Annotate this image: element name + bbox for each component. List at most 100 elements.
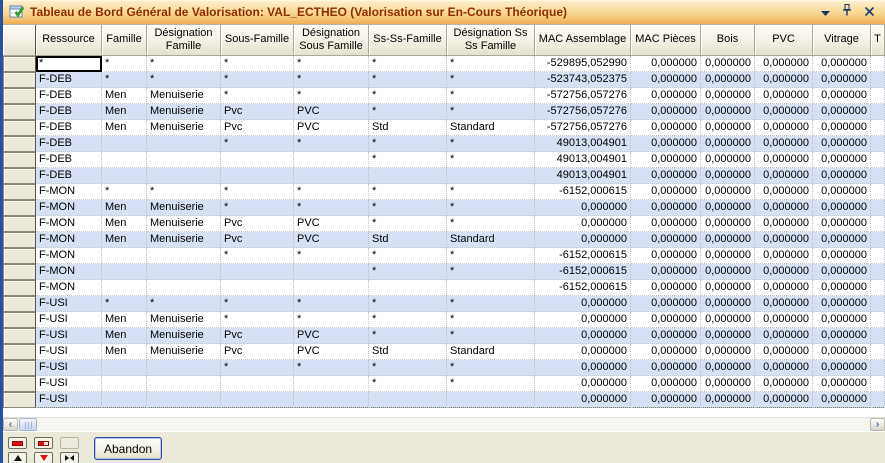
cell[interactable]: F-MON — [36, 216, 102, 232]
row-selector[interactable] — [3, 152, 36, 168]
cell[interactable]: * — [369, 376, 447, 392]
cell[interactable]: -523743,052375 — [535, 72, 631, 88]
cell[interactable]: 0,000000 — [701, 296, 755, 312]
cell[interactable]: 0,000000 — [755, 232, 813, 248]
cell[interactable] — [871, 344, 885, 360]
cell[interactable]: F-USI — [36, 328, 102, 344]
cell[interactable] — [871, 152, 885, 168]
cell[interactable]: * — [221, 200, 294, 216]
cell[interactable]: * — [102, 72, 147, 88]
cell[interactable] — [369, 168, 447, 184]
cell[interactable]: 0,000000 — [813, 360, 871, 376]
cell[interactable]: Men — [102, 216, 147, 232]
cell[interactable] — [221, 264, 294, 280]
red-half-bar-button[interactable] — [34, 437, 53, 449]
horizontal-scrollbar[interactable]: ‹ › — [3, 417, 885, 431]
cell[interactable]: 0,000000 — [535, 328, 631, 344]
row-selector[interactable] — [3, 264, 36, 280]
cell[interactable]: 0,000000 — [535, 232, 631, 248]
pin-button[interactable] — [839, 4, 855, 20]
close-button[interactable] — [861, 4, 877, 20]
cell[interactable]: * — [447, 88, 535, 104]
cell[interactable]: * — [147, 56, 221, 72]
cell[interactable]: Standard — [447, 232, 535, 248]
cell[interactable] — [221, 392, 294, 408]
cell[interactable]: F-DEB — [36, 88, 102, 104]
cell[interactable]: -6152,000615 — [535, 184, 631, 200]
titlebar[interactable]: Tableau de Bord Général de Valorisation:… — [3, 0, 885, 24]
cell[interactable]: 49013,004901 — [535, 136, 631, 152]
cell[interactable]: * — [447, 184, 535, 200]
cell[interactable]: 0,000000 — [813, 120, 871, 136]
cell[interactable]: 0,000000 — [755, 136, 813, 152]
cell[interactable]: * — [102, 56, 147, 72]
cell[interactable]: * — [369, 56, 447, 72]
cell[interactable] — [221, 152, 294, 168]
cell[interactable] — [871, 136, 885, 152]
cell[interactable]: PVC — [294, 104, 369, 120]
cell[interactable] — [147, 152, 221, 168]
cell[interactable]: PVC — [294, 216, 369, 232]
cell[interactable]: Menuiserie — [147, 312, 221, 328]
cell[interactable]: 0,000000 — [813, 104, 871, 120]
cell[interactable]: 0,000000 — [701, 264, 755, 280]
cell[interactable]: 0,000000 — [813, 184, 871, 200]
column-header-d-signation-sous-famille[interactable]: Désignation Sous Famille — [294, 25, 369, 56]
cell[interactable]: 0,000000 — [755, 216, 813, 232]
cell[interactable]: 0,000000 — [813, 200, 871, 216]
cell[interactable]: * — [447, 264, 535, 280]
cell[interactable]: F-MON — [36, 200, 102, 216]
cell[interactable] — [871, 392, 885, 408]
cell[interactable]: 0,000000 — [813, 136, 871, 152]
cell[interactable]: Men — [102, 200, 147, 216]
cell[interactable]: * — [369, 296, 447, 312]
row-selector[interactable] — [3, 392, 36, 408]
cell[interactable] — [102, 264, 147, 280]
cell[interactable] — [294, 280, 369, 296]
cell[interactable]: 0,000000 — [755, 264, 813, 280]
cell[interactable] — [871, 360, 885, 376]
cell[interactable]: 0,000000 — [701, 392, 755, 408]
cell[interactable]: 0,000000 — [755, 72, 813, 88]
cell[interactable]: Standard — [447, 344, 535, 360]
cell[interactable]: * — [221, 296, 294, 312]
cell[interactable]: Std — [369, 232, 447, 248]
cell[interactable]: 0,000000 — [701, 104, 755, 120]
cell[interactable] — [221, 376, 294, 392]
cell[interactable]: * — [221, 312, 294, 328]
blank-button[interactable] — [60, 437, 79, 449]
cell[interactable]: 0,000000 — [631, 392, 701, 408]
cell[interactable] — [871, 232, 885, 248]
cell[interactable]: * — [294, 56, 369, 72]
cell[interactable] — [147, 360, 221, 376]
row-selector[interactable] — [3, 72, 36, 88]
cell[interactable] — [447, 168, 535, 184]
cell[interactable]: F-DEB — [36, 72, 102, 88]
cell[interactable]: * — [294, 312, 369, 328]
cell[interactable]: Pvc — [221, 216, 294, 232]
cell[interactable]: -6152,000615 — [535, 280, 631, 296]
cell[interactable]: PVC — [294, 344, 369, 360]
cell[interactable]: 0,000000 — [631, 232, 701, 248]
cell[interactable]: F-USI — [36, 296, 102, 312]
cell[interactable]: 0,000000 — [755, 312, 813, 328]
cell[interactable]: 0,000000 — [755, 120, 813, 136]
cell[interactable]: 0,000000 — [701, 360, 755, 376]
cell[interactable]: * — [447, 296, 535, 312]
cell[interactable] — [102, 152, 147, 168]
scrollbar-thumb[interactable] — [19, 418, 37, 431]
cell[interactable] — [221, 280, 294, 296]
cell[interactable]: 0,000000 — [701, 200, 755, 216]
cell[interactable]: * — [221, 88, 294, 104]
cell[interactable]: 0,000000 — [631, 168, 701, 184]
cell[interactable]: 0,000000 — [631, 376, 701, 392]
column-header-t[interactable]: T — [871, 25, 885, 56]
cell[interactable] — [871, 88, 885, 104]
cell[interactable]: 0,000000 — [755, 56, 813, 72]
cell[interactable]: * — [221, 184, 294, 200]
cell[interactable]: 0,000000 — [755, 376, 813, 392]
cell[interactable] — [369, 392, 447, 408]
cell[interactable] — [294, 168, 369, 184]
cell[interactable]: 49013,004901 — [535, 168, 631, 184]
cell[interactable]: PVC — [294, 328, 369, 344]
